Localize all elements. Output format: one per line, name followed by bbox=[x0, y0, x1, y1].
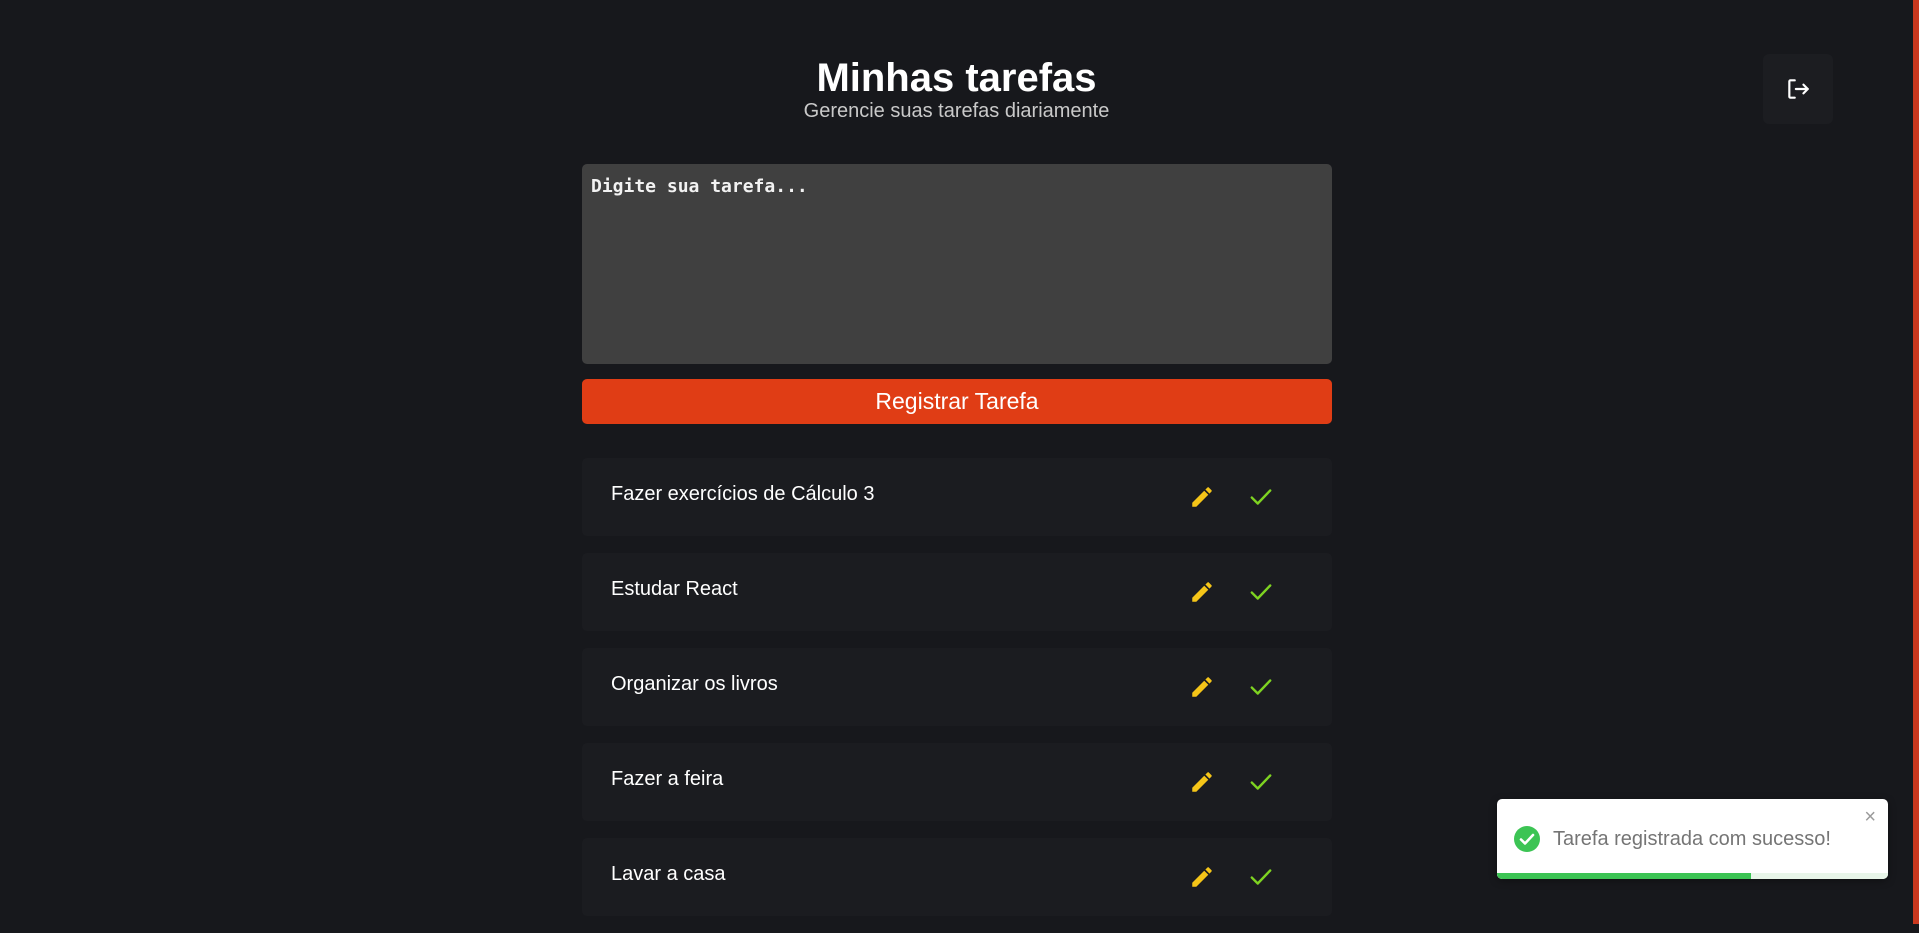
logout-button[interactable] bbox=[1763, 54, 1833, 124]
complete-task-button[interactable] bbox=[1244, 765, 1278, 799]
success-toast: Tarefa registrada com sucesso! × bbox=[1497, 799, 1888, 879]
toast-progress-bar bbox=[1497, 873, 1752, 879]
task-item: Estudar React bbox=[582, 553, 1332, 631]
edit-task-button[interactable] bbox=[1185, 765, 1219, 799]
check-icon bbox=[1250, 869, 1272, 885]
task-list: Fazer exercícios de Cálculo 3 Estudar Re… bbox=[582, 458, 1332, 933]
complete-task-button[interactable] bbox=[1244, 860, 1278, 894]
toast-progress-track bbox=[1497, 873, 1888, 879]
logout-icon bbox=[1788, 79, 1809, 99]
pencil-icon bbox=[1192, 867, 1212, 887]
task-item: Fazer exercícios de Cálculo 3 bbox=[582, 458, 1332, 536]
app-page: Minhas tarefas Gerencie suas tarefas dia… bbox=[0, 0, 1913, 924]
complete-task-button[interactable] bbox=[1244, 480, 1278, 514]
task-text: Estudar React bbox=[611, 578, 738, 600]
pencil-icon bbox=[1192, 772, 1212, 792]
edit-task-button[interactable] bbox=[1185, 860, 1219, 894]
right-edge-stripe bbox=[1913, 0, 1919, 924]
page-subtitle: Gerencie suas tarefas diariamente bbox=[803, 100, 1110, 122]
task-item: Fazer a feira bbox=[582, 743, 1332, 821]
check-icon bbox=[1250, 679, 1272, 695]
check-circle-icon bbox=[1514, 826, 1540, 852]
toast-message: Tarefa registrada com sucesso! bbox=[1553, 828, 1831, 850]
edit-task-button[interactable] bbox=[1185, 480, 1219, 514]
task-text: Lavar a casa bbox=[611, 863, 726, 885]
check-icon bbox=[1250, 774, 1272, 790]
close-icon[interactable]: × bbox=[1864, 807, 1876, 827]
register-task-button[interactable]: Registrar Tarefa bbox=[582, 379, 1332, 424]
complete-task-button[interactable] bbox=[1244, 670, 1278, 704]
task-text: Organizar os livros bbox=[611, 673, 778, 695]
complete-task-button[interactable] bbox=[1244, 575, 1278, 609]
check-icon bbox=[1250, 584, 1272, 600]
edit-task-button[interactable] bbox=[1185, 670, 1219, 704]
check-icon bbox=[1250, 489, 1272, 505]
task-item: Organizar os livros bbox=[582, 648, 1332, 726]
edit-task-button[interactable] bbox=[1185, 575, 1219, 609]
page-title: Minhas tarefas bbox=[816, 56, 1097, 100]
pencil-icon bbox=[1192, 582, 1212, 602]
task-input[interactable] bbox=[582, 164, 1332, 364]
task-text: Fazer a feira bbox=[611, 768, 724, 790]
pencil-icon bbox=[1192, 677, 1212, 697]
task-item: Lavar a casa bbox=[582, 838, 1332, 916]
pencil-icon bbox=[1192, 487, 1212, 507]
task-text: Fazer exercícios de Cálculo 3 bbox=[611, 483, 875, 505]
